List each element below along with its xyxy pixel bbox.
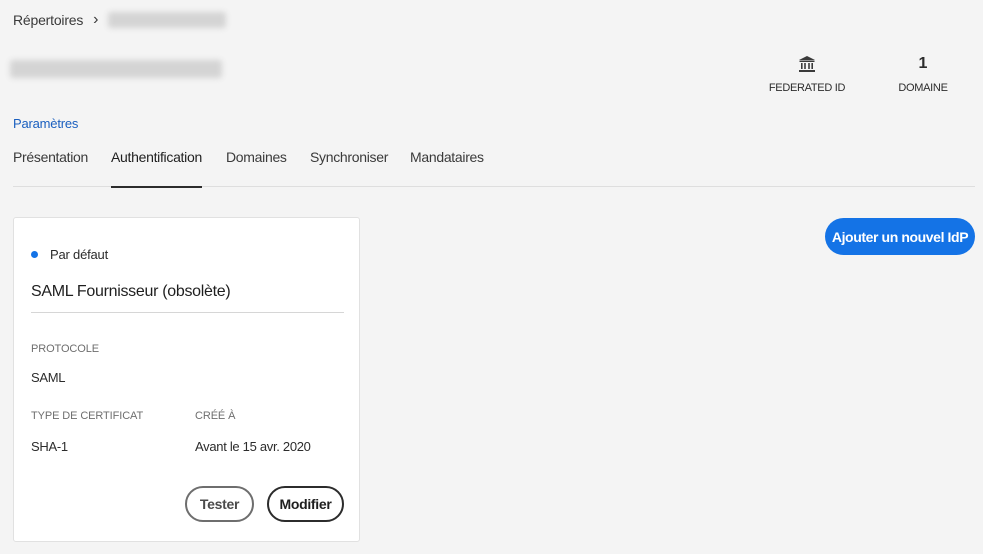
breadcrumb-current-redacted — [108, 12, 227, 28]
tab-presentation[interactable]: Présentation — [13, 149, 88, 187]
created-label: CRÉÉ À — [195, 410, 236, 422]
idp-card: Par défaut SAML Fournisseur (obsolète) P… — [13, 217, 360, 542]
idp-title: SAML Fournisseur (obsolète) — [31, 283, 231, 300]
tab-proxies[interactable]: Mandataires — [410, 149, 484, 187]
tab-domains[interactable]: Domaines — [226, 149, 287, 187]
tab-authentication[interactable]: Authentification — [111, 149, 202, 188]
domain-stat: 1 DOMAINE — [888, 54, 958, 94]
domain-count: 1 — [918, 55, 928, 72]
domain-label: DOMAINE — [898, 82, 948, 94]
protocol-label: PROTOCOLE — [31, 343, 99, 355]
settings-link[interactable]: Paramètres — [13, 116, 78, 131]
app-root: Répertoires › FEDERATED ID 1 DOMAINE Par… — [0, 0, 983, 554]
tab-sync[interactable]: Synchroniser — [310, 149, 388, 187]
federated-id-label: FEDERATED ID — [768, 82, 846, 94]
federated-id-stat: FEDERATED ID — [766, 54, 848, 94]
bank-icon — [766, 54, 848, 74]
breadcrumb-root-link[interactable]: Répertoires — [13, 12, 83, 28]
add-idp-button[interactable]: Ajouter un nouvel IdP — [825, 218, 975, 255]
tab-bar: Présentation Authentification Domaines S… — [13, 140, 975, 188]
created-value: Avant le 15 avr. 2020 — [195, 439, 311, 454]
protocol-value: SAML — [31, 370, 66, 385]
breadcrumb: Répertoires › — [13, 11, 227, 29]
cert-type-value: SHA-1 — [31, 439, 68, 454]
card-divider — [31, 312, 344, 313]
default-indicator: Par défaut — [31, 247, 108, 262]
directory-title-redacted — [10, 60, 222, 78]
status-dot-icon — [31, 251, 38, 258]
edit-button[interactable]: Modifier — [267, 486, 344, 522]
chevron-right-icon: › — [93, 11, 99, 28]
cert-type-label: TYPE DE CERTIFICAT — [31, 410, 144, 422]
test-button[interactable]: Tester — [185, 486, 254, 522]
default-label: Par défaut — [50, 247, 108, 262]
